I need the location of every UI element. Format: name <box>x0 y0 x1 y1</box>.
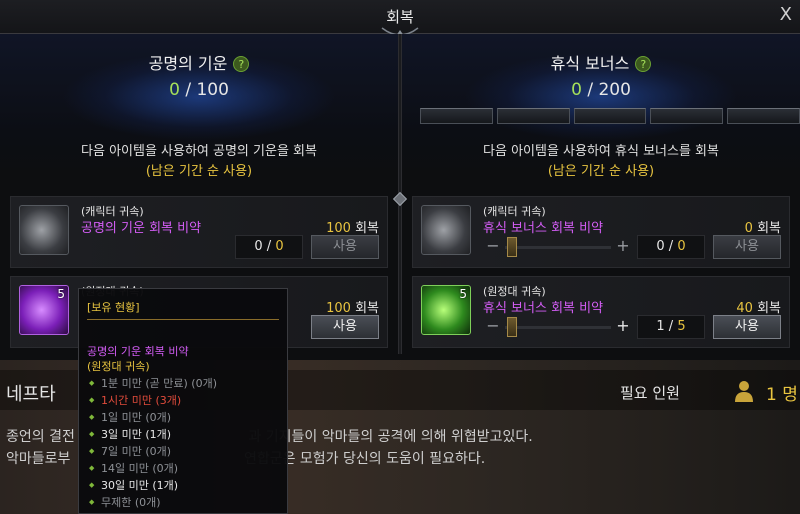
item-recover: 100 회복 <box>326 297 379 316</box>
tooltip-header: [보유 현황] <box>87 301 140 314</box>
item-name: 공명의 기운 회복 비약 <box>81 221 202 236</box>
qty-current: 0 <box>254 239 263 254</box>
item-recover-value: 100 <box>326 301 351 316</box>
slider-handle[interactable] <box>507 317 517 337</box>
resonance-desc: 다음 아이템을 사용하여 공명의 기운을 회복 <box>81 144 317 159</box>
resonance-desc-sub: (남은 기간 순 사용) <box>145 164 253 179</box>
item-name: 휴식 보너스 회복 비약 <box>483 221 604 236</box>
list-item: 7일 미만 (0개) <box>89 443 217 460</box>
inventory-tooltip: [보유 현황] 공명의 기운 회복 비약 (원정대 귀속) 1분 미만 (곧 만… <box>78 288 288 514</box>
item-row: (캐릭터 귀속) 휴식 보너스 회복 비약 0 회복 − + 0 / 0 사용 <box>412 196 790 268</box>
rest-bonus-desc: 다음 아이템을 사용하여 휴식 보너스를 회복 <box>483 144 719 159</box>
rest-bonus-value: 0 / 200 <box>402 80 800 100</box>
use-button[interactable]: 사용 <box>713 235 781 259</box>
help-icon[interactable]: ? <box>635 56 652 72</box>
region-name: 네프타 <box>6 384 56 405</box>
required-label: 필요 인원 <box>620 384 680 402</box>
quantity-slider[interactable]: − + <box>483 315 633 339</box>
item-recover-label: 회복 <box>757 221 781 236</box>
item-recover: 0 회복 <box>745 217 781 236</box>
gray-leaf-potion-icon[interactable] <box>421 205 471 255</box>
qty-current: 1 <box>656 319 665 334</box>
panel-title: 휴식 보너스? <box>402 50 800 74</box>
item-name: 휴식 보너스 회복 비약 <box>483 301 604 316</box>
gauge-segment <box>727 108 800 124</box>
item-row: 5 (원정대 귀속) 휴식 보너스 회복 비약 40 회복 − + 1 / 5 … <box>412 276 790 348</box>
item-recover-value: 0 <box>744 221 753 236</box>
list-item: 무제한 (0개) <box>89 494 217 511</box>
slider-track[interactable] <box>505 326 611 329</box>
item-recover-value: 100 <box>326 221 351 236</box>
person-icon <box>735 381 753 402</box>
list-item: 1일 미만 (0개) <box>89 409 217 426</box>
panel-title: 공명의 기운? <box>0 50 398 74</box>
list-item: 1분 미만 (곧 만료) (0개) <box>89 375 217 392</box>
item-quantity: 0 / 0 <box>637 235 705 259</box>
plus-button[interactable]: + <box>613 317 633 337</box>
help-icon[interactable]: ? <box>233 56 250 72</box>
item-recover: 40 회복 <box>736 297 781 316</box>
rest-bonus-title: 휴식 보너스 <box>550 54 630 73</box>
rest-bonus-desc-sub: (남은 기간 순 사용) <box>547 164 655 179</box>
item-recover: 100 회복 <box>326 217 379 236</box>
slider-handle[interactable] <box>507 237 517 257</box>
item-row: (캐릭터 귀속) 공명의 기운 회복 비약 100 회복 0 / 0 사용 <box>10 196 388 268</box>
resonance-title: 공명의 기운 <box>148 54 228 73</box>
resonance-current: 0 <box>169 80 180 100</box>
qty-current: 0 <box>656 239 665 254</box>
window-titlebar: 회복 X <box>0 0 800 42</box>
qty-sep: / <box>668 319 674 334</box>
item-quantity: 0 / 0 <box>235 235 303 259</box>
gauge-segment <box>496 108 570 124</box>
gray-orb-potion-icon[interactable] <box>19 205 69 255</box>
rest-bonus-panel: 휴식 보너스? 0 / 200 다음 아이템을 사용하여 휴식 보너스를 회복 … <box>402 34 800 354</box>
qty-total: 5 <box>677 319 686 334</box>
required-count: 1 명 <box>766 385 798 405</box>
gauge-segment <box>420 108 493 124</box>
tooltip-expiry-list: 1분 미만 (곧 만료) (0개) 1시간 미만 (3개) 1일 미만 (0개)… <box>89 375 217 511</box>
item-count-badge: 5 <box>57 287 65 301</box>
plus-button[interactable]: + <box>613 237 633 257</box>
resonance-max: / 100 <box>185 80 229 100</box>
qty-sep: / <box>668 239 674 254</box>
gauge-segment <box>650 108 724 124</box>
list-item: 30일 미만 (1개) <box>89 477 217 494</box>
rest-bonus-max: / 200 <box>587 80 631 100</box>
item-count-badge: 5 <box>459 287 467 301</box>
close-icon[interactable]: X <box>780 4 792 25</box>
resonance-value: 0 / 100 <box>0 80 398 100</box>
use-button[interactable]: 사용 <box>311 235 379 259</box>
item-quantity: 1 / 5 <box>637 315 705 339</box>
green-leaf-potion-icon[interactable]: 5 <box>421 285 471 335</box>
list-item: 1시간 미만 (3개) <box>89 392 217 409</box>
item-recover-label: 회복 <box>757 301 781 316</box>
slider-track[interactable] <box>505 246 611 249</box>
minus-button[interactable]: − <box>483 317 503 337</box>
item-recover-label: 회복 <box>355 301 379 316</box>
use-button[interactable]: 사용 <box>713 315 781 339</box>
quantity-slider[interactable]: − + <box>483 235 633 259</box>
list-item: 3일 미만 (1개) <box>89 426 217 443</box>
list-item: 14일 미만 (0개) <box>89 460 217 477</box>
tooltip-divider <box>87 319 279 320</box>
minus-button[interactable]: − <box>483 237 503 257</box>
qty-sep: / <box>266 239 272 254</box>
gauge-segment <box>573 108 647 124</box>
item-recover-value: 40 <box>736 301 753 316</box>
tooltip-item-bind: (원정대 귀속) <box>87 360 150 373</box>
use-button[interactable]: 사용 <box>311 315 379 339</box>
rest-bonus-gauge <box>420 108 800 126</box>
qty-total: 0 <box>677 239 686 254</box>
purple-orb-potion-icon[interactable]: 5 <box>19 285 69 335</box>
qty-total: 0 <box>275 239 284 254</box>
tooltip-item-name: 공명의 기운 회복 비약 <box>87 345 189 358</box>
item-recover-label: 회복 <box>355 221 379 236</box>
rest-bonus-current: 0 <box>571 80 582 100</box>
